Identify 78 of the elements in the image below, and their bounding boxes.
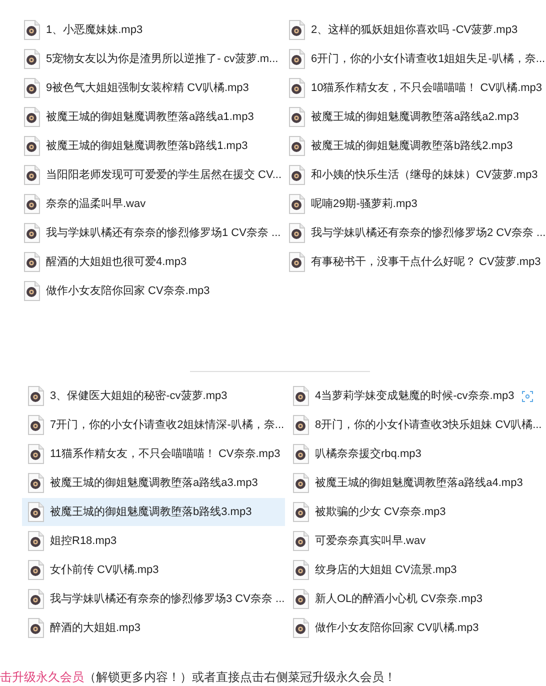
file-item[interactable]: 被魔王城的御姐魅魔调教堕落b路线3.mp3	[22, 498, 285, 526]
audio-file-icon	[293, 473, 309, 493]
audio-file-icon	[28, 589, 44, 609]
audio-file-icon	[293, 444, 309, 464]
audio-file-icon	[24, 20, 40, 40]
audio-file-icon	[24, 194, 40, 214]
file-name: 姐控R18.mp3	[50, 536, 117, 546]
file-name: 8开门，你的小女仆请查收3快乐姐妹 CV叭橘...	[315, 420, 542, 430]
audio-file-icon	[289, 49, 305, 69]
audio-file-icon	[24, 223, 40, 243]
file-name: 3、保健医大姐姐的秘密-cv菠萝.mp3	[50, 390, 228, 402]
upgrade-link[interactable]: 击升级永久会员	[0, 670, 84, 684]
file-name: 被欺骗的少女 CV奈奈.mp3	[315, 506, 446, 518]
audio-file-icon	[28, 444, 44, 464]
file-name: 奈奈的温柔叫早.wav	[46, 198, 146, 210]
audio-file-icon	[289, 194, 305, 214]
file-name: 被魔王城的御姐魅魔调教堕落a路线a3.mp3	[50, 478, 258, 488]
audio-file-icon	[28, 618, 44, 638]
audio-file-icon	[289, 136, 305, 156]
audio-file-icon	[293, 618, 309, 638]
audio-file-icon	[24, 252, 40, 272]
file-name: 被魔王城的御姐魅魔调教堕落a路线a1.mp3	[46, 112, 254, 122]
file-name: 被魔王城的御姐魅魔调教堕落b路线2.mp3	[311, 140, 513, 152]
file-name: 和小姨的快乐生活（继母的妹妹）CV菠萝.mp3	[311, 170, 538, 180]
file-name: 被魔王城的御姐魅魔调教堕落a路线a4.mp3	[315, 478, 523, 488]
upgrade-hint: （解锁更多内容！）或者直接点击右侧菜冠升级永久会员！	[84, 670, 396, 684]
audio-file-icon	[293, 531, 309, 551]
file-name: 被魔王城的御姐魅魔调教堕落b路线1.mp3	[46, 140, 248, 152]
file-name: 被魔王城的御姐魅魔调教堕落a路线a2.mp3	[311, 112, 519, 122]
file-name: 可爱奈奈真实叫早.wav	[315, 536, 426, 546]
audio-file-icon	[293, 415, 309, 435]
file-name: 醉酒的大姐姐.mp3	[50, 622, 140, 634]
file-name: 10猫系作精女友，不只会喵喵喵！ CV叭橘.mp3	[311, 82, 542, 94]
file-name: 6开门，你的小女仆请查收1姐姐失足-叭橘，奈...	[311, 54, 546, 64]
file-name: 纹身店的大姐姐 CV流景.mp3	[315, 564, 457, 576]
audio-file-icon	[24, 281, 40, 301]
file-name: 我与学妹叭橘还有奈奈的惨烈修罗场2 CV奈奈 ...	[311, 228, 546, 238]
file-name: 当阳阳老师发现可可爱爱的学生居然在援交 CV...	[46, 170, 282, 180]
audio-file-icon	[24, 136, 40, 156]
file-name: 11猫系作精女友，不只会喵喵喵！ CV奈奈.mp3	[50, 448, 280, 460]
audio-file-icon	[293, 560, 309, 580]
audio-file-icon	[28, 502, 44, 522]
file-name: 被魔王城的御姐魅魔调教堕落b路线3.mp3	[50, 506, 252, 518]
file-name: 5宠物女友以为你是渣男所以逆推了- cv菠萝.m...	[46, 54, 278, 64]
file-name: 我与学妹叭橘还有奈奈的惨烈修罗场3 CV奈奈 ...	[50, 594, 285, 604]
audio-file-icon	[24, 165, 40, 185]
audio-file-icon	[289, 78, 305, 98]
file-name: 女仆前传 CV叭橘.mp3	[50, 564, 159, 576]
file-name: 做作小女友陪你回家 CV奈奈.mp3	[46, 286, 210, 296]
audio-file-icon	[289, 165, 305, 185]
audio-file-icon	[28, 560, 44, 580]
audio-file-icon	[28, 531, 44, 551]
audio-file-icon	[24, 107, 40, 127]
audio-file-icon	[28, 415, 44, 435]
file-name: 2、这样的狐妖姐姐你喜欢吗 -CV菠萝.mp3	[311, 24, 518, 36]
file-name: 4当萝莉学妹变成魅魔的时候-cv奈奈.mp3	[315, 390, 514, 402]
file-name: 9被色气大姐姐强制女装榨精 CV叭橘.mp3	[46, 82, 249, 94]
file-name: 有事秘书干，没事干点什么好呢？ CV菠萝.mp3	[311, 256, 541, 268]
audio-file-icon	[24, 49, 40, 69]
audio-file-icon	[24, 78, 40, 98]
audio-file-icon	[293, 589, 309, 609]
file-name: 7开门，你的小女仆请查收2姐妹情深-叭橘，奈...	[50, 420, 284, 430]
file-name: 1、小恶魔妹妹.mp3	[46, 24, 143, 36]
file-name: 做作小女友陪你回家 CV叭橘.mp3	[315, 622, 479, 634]
audio-file-icon	[289, 20, 305, 40]
audio-file-icon	[293, 386, 309, 406]
file-name: 醒酒的大姐姐也很可爱4.mp3	[46, 256, 187, 268]
audio-file-icon	[293, 502, 309, 522]
audio-file-icon	[28, 473, 44, 493]
file-name: 我与学妹叭橘还有奈奈的惨烈修罗场1 CV奈奈 ...	[46, 228, 281, 238]
audio-file-icon	[289, 223, 305, 243]
audio-file-icon	[289, 252, 305, 272]
file-name: 新人OL的醉酒小心机 CV奈奈.mp3	[315, 594, 482, 604]
file-name: 呢喃29期-骚萝莉.mp3	[311, 198, 418, 210]
audio-file-icon	[289, 107, 305, 127]
scan-icon[interactable]	[522, 390, 534, 402]
file-name: 叭橘奈奈援交rbq.mp3	[315, 448, 422, 460]
audio-file-icon	[28, 386, 44, 406]
